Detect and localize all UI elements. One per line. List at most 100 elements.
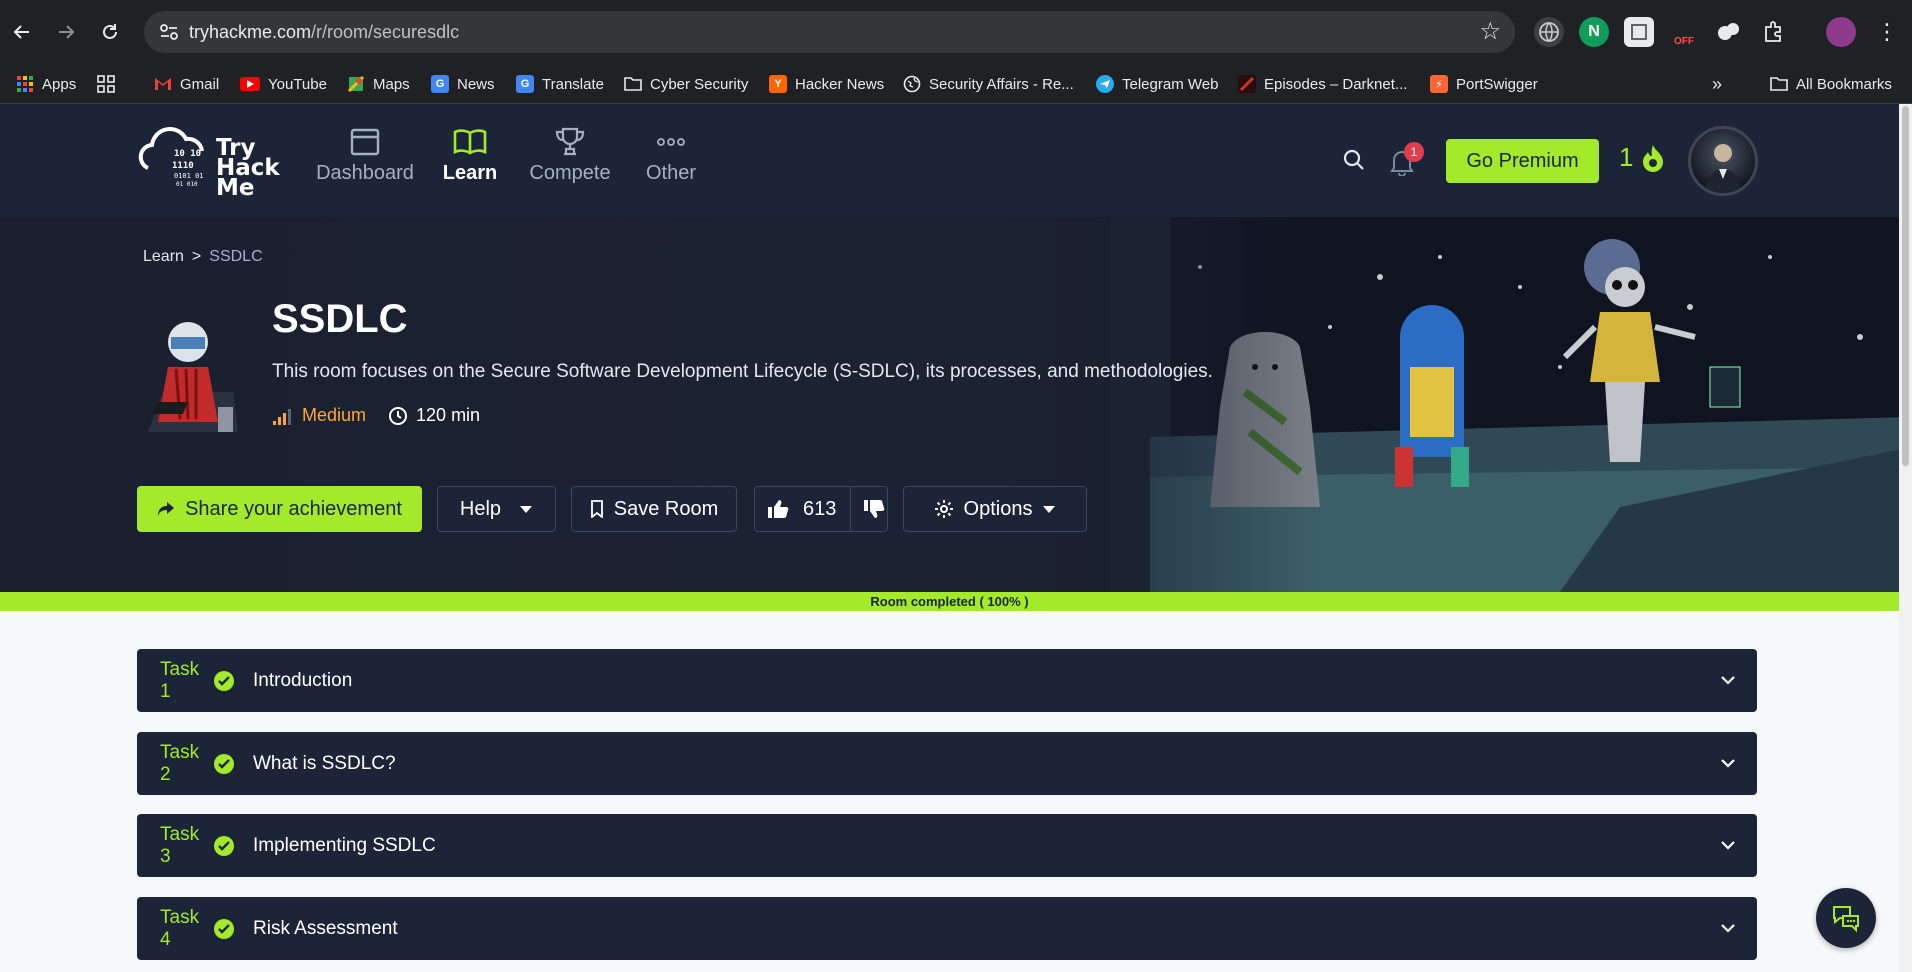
dashboard-icon [350,122,380,162]
clock-icon [389,406,408,425]
vpn-globe-icon[interactable] [1534,17,1564,47]
tryhackme-logo[interactable]: 10 10 1110 0101 01 01 010 Try Hack Me [136,116,286,206]
breadcrumb: Learn > SSDLC [143,248,263,266]
portswigger-icon: ⚡ [1430,75,1448,93]
translate-icon: G [516,75,534,93]
check-circle-icon [214,753,234,774]
breadcrumb-separator: > [191,248,202,265]
maps-icon [347,75,365,93]
task-accordion-3[interactable]: Task 3 Implementing SSDLC [137,814,1757,877]
cookie-extension-icon[interactable] [1713,17,1743,47]
room-icon-pilot [148,322,238,432]
streak-counter[interactable]: 1 [1619,142,1667,173]
bookmark-gmail[interactable]: Gmail [154,73,219,95]
page-capture-icon[interactable] [1624,17,1654,47]
nav-learn[interactable]: Learn [437,122,503,202]
bookmark-apps[interactable]: Apps [16,73,76,95]
telegram-icon [1096,75,1114,93]
task-accordion-4[interactable]: Task 4 Risk Assessment [137,897,1757,960]
search-icon[interactable] [1342,148,1366,177]
chevron-down-icon [1721,841,1735,850]
svg-text:01 010: 01 010 [176,181,198,188]
hacker-news-icon: Y [769,75,787,93]
youtube-icon [240,77,260,91]
help-dropdown-button[interactable]: Help [437,486,556,532]
task-title: What is SSDLC? [253,752,396,774]
news-icon: G [431,75,449,93]
options-dropdown-button[interactable]: Options [903,486,1087,532]
chevron-down-icon [1721,924,1735,933]
site-info-icon[interactable] [158,21,180,43]
share-arrow-icon [158,502,175,516]
bookmark-maps[interactable]: Maps [347,73,410,95]
share-achievement-button[interactable]: Share your achievement [137,486,422,532]
bookmark-star-icon[interactable]: ☆ [1479,17,1501,46]
room-progress-bar: Room completed ( 100% ) [0,592,1899,611]
nav-compete[interactable]: Compete [524,122,616,202]
site-header: 10 10 1110 0101 01 01 010 Try Hack Me Da… [0,104,1912,217]
dislike-button[interactable] [851,499,885,519]
bookmark-youtube[interactable]: YouTube [240,73,327,95]
adblock-off-icon[interactable]: OFF [1669,17,1699,47]
page-scrollbar[interactable] [1899,104,1912,972]
bookmark-news[interactable]: G News [431,73,495,95]
profile-avatar-icon[interactable] [1826,17,1856,47]
progress-label: Room completed ( 100% ) [870,594,1029,609]
bookmark-icon [590,500,603,518]
bookmark-security-affairs[interactable]: Security Affairs - Re... [903,73,1074,95]
task-title: Introduction [253,669,353,691]
bookmark-hacker-news[interactable]: Y Hacker News [769,73,884,95]
room-banner-illustration [1000,217,1912,592]
task-number: Task 3 [160,823,200,867]
task-number: Task 4 [160,906,200,950]
chat-bubbles-icon [1833,906,1859,933]
breadcrumb-learn-link[interactable]: Learn [143,248,184,266]
save-room-button[interactable]: Save Room [571,486,737,532]
n-extension-icon[interactable]: N [1579,17,1609,47]
task-number: Task 1 [160,658,200,702]
difficulty-label: Medium [302,405,367,425]
darknet-icon [1238,75,1256,93]
svg-text:10 10: 10 10 [174,149,201,159]
bookmark-telegram[interactable]: Telegram Web [1096,73,1218,95]
difficulty-bars-icon [273,408,291,425]
browser-toolbar: tryhackme.com/r/room/securesdlc ☆ N OFF … [0,0,1912,64]
gear-icon [934,500,953,518]
all-bookmarks-button[interactable]: All Bookmarks [1770,73,1892,95]
vote-group: 613 [754,486,888,532]
bookmark-translate[interactable]: G Translate [516,73,604,95]
menu-kebab-icon[interactable]: ⋮ [1872,17,1902,47]
bookmark-cyber-security[interactable]: Cyber Security [624,73,748,95]
address-bar[interactable]: tryhackme.com/r/room/securesdlc ☆ [144,11,1515,53]
extensions-puzzle-icon[interactable] [1758,17,1788,47]
nav-other[interactable]: Other [640,122,702,202]
caret-down-icon [520,506,533,513]
go-premium-button[interactable]: Go Premium [1446,139,1599,183]
nav-dashboard[interactable]: Dashboard [312,122,418,202]
room-title: SSDLC [272,297,408,341]
breadcrumb-current: SSDLC [209,248,263,265]
user-avatar[interactable] [1688,126,1758,196]
task-accordion-2[interactable]: Task 2 What is SSDLC? [137,732,1757,795]
gmail-icon [154,75,172,93]
reload-icon[interactable] [92,14,128,50]
bookmark-portswigger[interactable]: ⚡ PortSwigger [1430,73,1538,95]
chat-support-button[interactable] [1816,888,1876,948]
scrollbar-thumb[interactable] [1902,106,1909,466]
room-hero: Learn > SSDLC SSDLC This room focuses on… [0,217,1912,592]
back-icon[interactable] [4,14,40,50]
url-text: tryhackme.com/r/room/securesdlc [189,22,460,42]
bookmark-darknet-diaries[interactable]: Episodes – Darknet... [1238,73,1407,95]
book-icon [453,122,487,162]
folder-icon [1770,75,1788,93]
bookmarks-overflow-button[interactable]: » [1712,73,1722,95]
like-button[interactable]: 613 [767,487,852,531]
notifications-bell-icon[interactable]: 1 [1389,142,1424,181]
thumbs-down-icon [864,500,885,518]
trophy-icon [554,122,586,162]
check-circle-icon [214,670,234,691]
task-accordion-1[interactable]: Task 1 Introduction [137,649,1757,712]
tab-groups-icon[interactable] [97,73,115,95]
forward-icon[interactable] [48,14,84,50]
logo-wordmark: Try Hack Me [216,135,280,201]
